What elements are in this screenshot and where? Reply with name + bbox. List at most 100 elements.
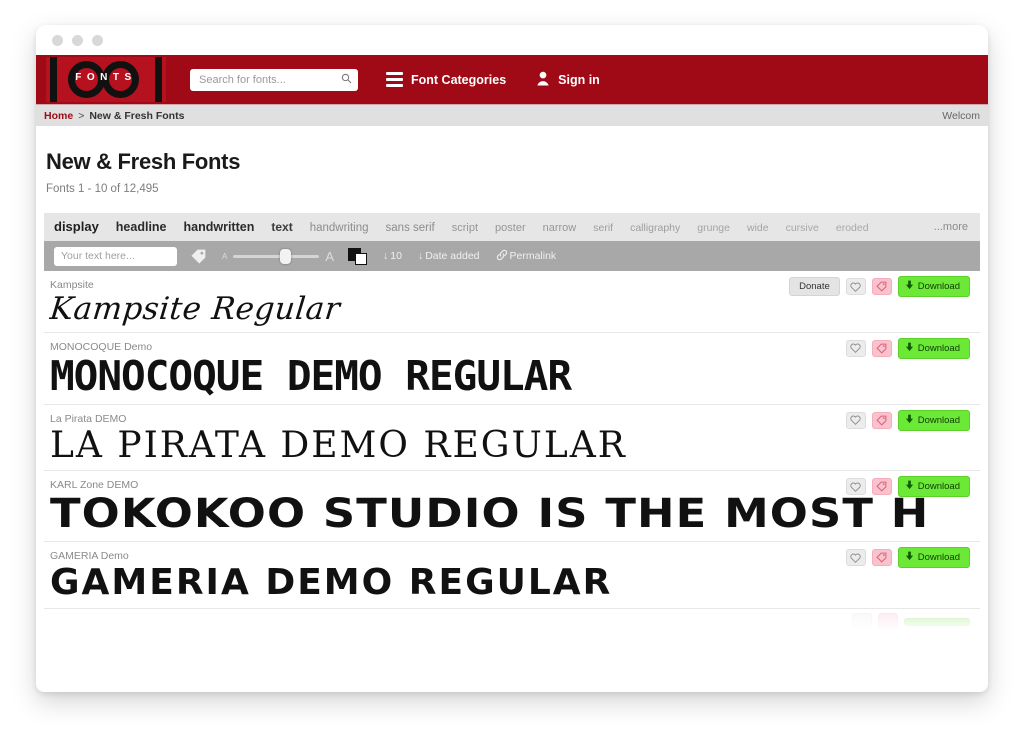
download-button[interactable]: Download [897,276,970,297]
tag-calligraphy[interactable]: calligraphy [630,214,680,242]
download-arrow-icon [905,480,914,493]
signin-button[interactable]: Sign in [536,71,600,89]
page-body: New & Fresh Fonts Fonts 1 - 10 of 12,495… [36,149,988,636]
favorite-button[interactable] [845,339,866,357]
tag-grunge[interactable]: grunge [697,214,730,242]
font-row-partial [44,609,980,636]
download-button[interactable]: Download [897,547,970,569]
download-button[interactable]: Download [897,409,970,431]
tag-wide[interactable]: wide [747,214,769,242]
down-arrow-icon: ↓ [383,250,389,262]
logo-text: FONTS [75,72,137,83]
browser-window: FONTS Font Categories [36,25,988,692]
download-button[interactable]: Download [897,337,970,359]
font-categories-menu[interactable]: Font Categories [386,72,506,87]
tag-handwritten[interactable]: handwritten [184,213,255,241]
permalink-button[interactable]: Permalink [496,249,557,264]
tag-button[interactable] [871,549,892,567]
font-name[interactable]: La Pirata DEMO [50,413,980,425]
row-actions: Download [845,476,970,498]
donate-button[interactable]: Donate [789,277,840,296]
tag-cloud: display headline handwritten text handwritin… [44,213,980,241]
row-actions [852,613,970,631]
tag-script[interactable]: script [452,214,478,242]
font-row[interactable]: MONOCOQUE Demo MONOCOQUE DEMO REGULAR Down… [44,333,980,405]
font-name[interactable]: KARL Zone DEMO [50,479,980,491]
per-page-label: 10 [390,250,402,262]
tag-cursive[interactable]: cursive [786,214,819,242]
tag-headline[interactable]: headline [116,213,167,241]
minimize-dot[interactable] [72,34,83,46]
close-dot[interactable] [52,34,63,46]
font-name[interactable]: MONOCOQUE Demo [50,341,980,353]
favorite-button[interactable] [845,411,866,429]
tag-button[interactable] [871,478,892,496]
breadcrumb-home[interactable]: Home [44,110,73,122]
font-row[interactable]: KARL Zone DEMO TOKOKOO STUDIO IS THE MOST… [44,471,980,543]
breadcrumb-current: New & Fresh Fonts [89,109,185,122]
download-button[interactable] [904,617,970,626]
permalink-label: Permalink [509,250,557,262]
tag-button[interactable] [871,411,892,429]
row-actions: Donate Download [789,276,970,297]
size-slider-min-label: A [222,251,228,261]
tag-icon[interactable] [191,249,206,264]
tag-button[interactable] [871,278,892,295]
font-preview-text: LA PIRATA DEMO REGULAR [50,426,627,465]
tagcloud-more-link[interactable]: ...more [934,213,968,241]
row-actions: Download [845,409,970,431]
tag-poster[interactable]: poster [495,214,526,242]
per-page-selector[interactable]: ↓ 10 [383,250,402,262]
search-icon[interactable] [341,71,352,89]
preview-text-input[interactable] [54,246,177,266]
tag-button[interactable] [878,613,898,631]
tag-icon [876,343,887,354]
search-box[interactable] [190,68,358,91]
down-arrow-icon: ↓ [417,250,424,262]
tag-icon [876,481,887,493]
site-logo[interactable]: FONTS [46,57,166,102]
download-label: Download [917,281,960,292]
font-size-slider[interactable]: A A [222,248,334,264]
font-preview-text: TOKOKOO STUDIO IS THE MOST H [50,493,930,536]
browser-titlebar [36,25,988,55]
size-slider-thumb[interactable] [280,248,292,264]
tag-display[interactable]: display [54,213,99,241]
size-slider-track[interactable] [233,248,320,264]
heart-icon [850,553,861,563]
tag-sans-serif[interactable]: sans serif [386,214,435,242]
tag-text[interactable]: text [271,213,292,241]
font-row[interactable]: Kampsite Kampsite Regular Donate Download [44,271,980,333]
download-arrow-icon [905,280,914,293]
heart-icon [850,415,861,426]
favorite-button[interactable] [845,278,866,295]
download-button[interactable]: Download [897,476,970,498]
result-count: Fonts 1 - 10 of 12,495 [46,183,159,195]
link-icon [496,249,508,264]
favorite-button[interactable] [845,549,866,567]
signin-label: Sign in [558,72,600,87]
tag-serif[interactable]: serif [593,214,613,242]
download-label: Download [917,342,960,354]
download-arrow-icon [905,551,914,564]
tag-icon [876,552,887,564]
sort-selector[interactable]: ↓ Date added [418,250,480,262]
logo-bar-left [50,57,57,102]
font-row[interactable]: La Pirata DEMO LA PIRATA DEMO REGULAR Down… [44,405,980,472]
font-preview-text: MONOCOQUE DEMO REGULAR [50,354,572,398]
font-name[interactable]: GAMERIA Demo [50,550,980,562]
breadcrumb: Home > New & Fresh Fonts Welcom [36,104,988,126]
font-row[interactable]: GAMERIA Demo GAMERIA DEMO REGULAR Download [44,542,980,610]
tag-handwriting[interactable]: handwriting [310,214,369,242]
search-input[interactable] [199,73,341,86]
tag-narrow[interactable]: narrow [543,214,577,242]
color-swatch-icon[interactable] [348,247,368,265]
tag-eroded[interactable]: eroded [836,214,869,242]
row-actions: Download [845,337,970,359]
tag-button[interactable] [871,339,892,357]
favorite-button[interactable] [845,478,866,496]
page-title: New & Fresh Fonts [46,149,241,174]
favorite-button[interactable] [852,613,872,631]
maximize-dot[interactable] [92,34,103,46]
font-preview-text: GAMERIA DEMO REGULAR [50,564,613,603]
